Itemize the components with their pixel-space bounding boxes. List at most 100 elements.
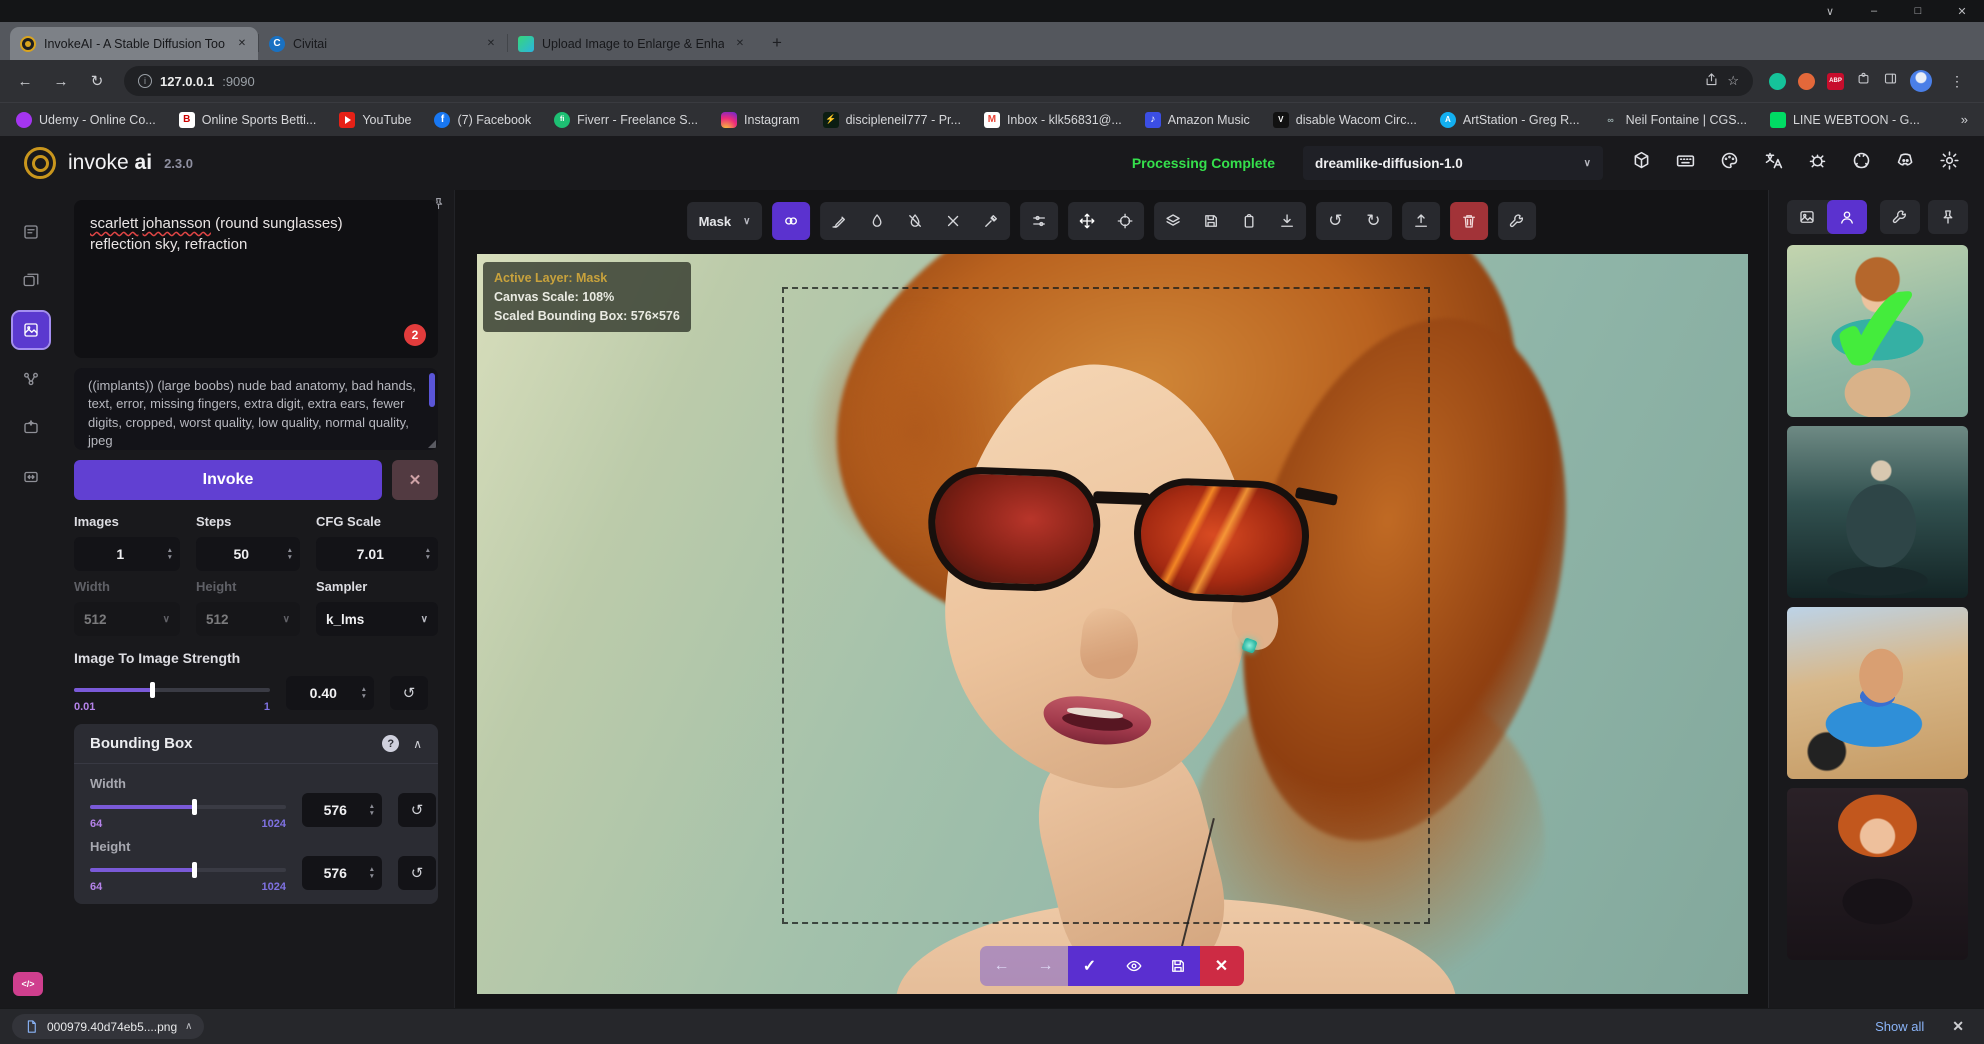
tab-post-processing[interactable] [13,410,49,446]
bookmark-betting[interactable]: Online Sports Betti... [179,112,317,128]
bookmarks-overflow-icon[interactable]: » [1961,112,1968,127]
puzzle-extensions-icon[interactable] [1856,71,1871,91]
bbox-width-slider[interactable]: 64 1024 [90,793,286,827]
reset-icon[interactable]: ↺ [390,676,428,710]
negative-prompt-textarea[interactable]: ((implants)) (large boobs) nude bad anat… [74,368,438,450]
stepper-icons[interactable]: ▲▼ [167,547,173,562]
clear-mask-icon[interactable] [934,202,972,240]
mask-options-button[interactable] [772,202,810,240]
tab-training[interactable] [13,459,49,495]
brush-tool-icon[interactable] [820,202,858,240]
language-translate-icon[interactable] [1763,150,1784,176]
bbox-height-input[interactable]: 576▲▼ [302,856,382,890]
move-tool-icon[interactable] [1068,202,1106,240]
gallery-thumbnail-selected[interactable]: ✔ [1787,245,1968,417]
layer-select[interactable]: Mask∨ [687,202,763,240]
stepper-icons[interactable]: ▲▼ [287,547,293,562]
discord-icon[interactable] [1895,150,1916,176]
report-bug-icon[interactable] [1807,150,1828,176]
stepper-icons[interactable]: ▲▼ [369,803,375,818]
address-bar[interactable]: i 127.0.0.1:9090 ☆ [124,66,1753,96]
next-image-icon[interactable]: → [1024,946,1068,986]
site-info-icon[interactable]: i [138,74,152,88]
tab-invokeai[interactable]: InvokeAI - A Stable Diffusion Too ✕ [10,27,258,60]
gallery-uploads-person-icon[interactable] [1827,200,1867,234]
stepper-icons[interactable]: ▲▼ [425,547,431,562]
bbox-height-slider[interactable]: 64 1024 [90,856,286,890]
previous-image-icon[interactable]: ← [980,946,1024,986]
bookmark-webtoon[interactable]: LINE WEBTOON - G... [1770,112,1920,128]
settings-gear-icon[interactable] [1939,150,1960,176]
steps-input[interactable]: 50▲▼ [196,537,300,571]
bounding-box-header[interactable]: Bounding Box ? ∧ [74,724,438,764]
bookmark-udemy[interactable]: Udemy - Online Co... [16,112,156,128]
width-select[interactable]: 512∨ [74,602,180,636]
tab-civitai[interactable]: Civitai ✕ [259,27,507,60]
cancel-button[interactable]: ✕ [392,460,438,500]
canvas-settings-wrench-icon[interactable] [1498,202,1536,240]
download-image-icon[interactable] [1268,202,1306,240]
preview-eye-icon[interactable] [1112,946,1156,986]
bookmark-facebook[interactable]: (7) Facebook [434,112,531,128]
slider-thumb[interactable] [192,862,197,878]
tab-close-icon[interactable]: ✕ [732,36,748,52]
gallery-settings-wrench-icon[interactable] [1880,200,1920,234]
model-manager-cube-icon[interactable] [1631,150,1652,176]
bookmark-deviantart[interactable]: discipleneil777 - Pr... [823,112,961,128]
help-icon[interactable]: ? [382,735,399,752]
back-button[interactable]: ← [10,66,40,96]
window-close-button[interactable]: ✕ [1940,0,1984,22]
color-picker-icon[interactable] [972,202,1010,240]
bookmark-artstation[interactable]: ArtStation - Greg R... [1440,112,1580,128]
new-tab-button[interactable]: + [764,30,790,56]
save-to-gallery-icon[interactable] [1192,202,1230,240]
stepper-icons[interactable]: ▲▼ [361,686,367,701]
gallery-thumbnail[interactable] [1787,426,1968,598]
chevron-up-icon[interactable]: ∧ [413,737,422,751]
invoke-button[interactable]: Invoke [74,460,382,500]
images-input[interactable]: 1▲▼ [74,537,180,571]
download-bar-close-icon[interactable]: ✕ [1952,1018,1964,1035]
github-icon[interactable] [1851,150,1872,176]
adblock-extension-icon[interactable] [1827,73,1844,90]
bookmark-wacom[interactable]: disable Wacom Circ... [1273,112,1417,128]
gallery-pin-icon[interactable] [1928,200,1968,234]
accept-check-icon[interactable]: ✓ [1068,946,1112,986]
volume-extension-icon[interactable] [1798,73,1815,90]
scrollbar-thumb[interactable] [429,373,435,407]
tab-close-icon[interactable]: ✕ [483,36,499,52]
upload-image-icon[interactable] [1402,202,1440,240]
erase-mask-icon[interactable] [896,202,934,240]
show-all-link[interactable]: Show all [1875,1019,1924,1034]
stepper-icons[interactable]: ▲▼ [369,866,375,881]
forward-button[interactable]: → [46,66,76,96]
tab-image-to-image[interactable] [13,263,49,299]
save-staging-icon[interactable] [1156,946,1200,986]
brush-options-icon[interactable] [1020,202,1058,240]
window-minimize-button[interactable]: – [1852,0,1896,22]
undo-icon[interactable]: ↺ [1316,202,1354,240]
prompt-textarea[interactable]: scarlett johansson (round sunglasses) re… [74,200,438,358]
tab-nodes[interactable] [13,361,49,397]
bounding-box-selection[interactable] [782,287,1430,923]
slider-thumb[interactable] [150,682,155,698]
bookmark-amazon-music[interactable]: Amazon Music [1145,112,1250,128]
model-select[interactable]: dreamlike-diffusion-1.0 ∨ [1303,146,1603,180]
resize-handle[interactable] [428,440,436,448]
gallery-thumbnail[interactable] [1787,607,1968,779]
window-menu-caret-icon[interactable]: ∨ [1808,0,1852,22]
bookmark-instagram[interactable]: Instagram [721,112,800,128]
theme-palette-icon[interactable] [1719,150,1740,176]
profile-avatar[interactable] [1910,70,1932,92]
chevron-up-icon[interactable]: ∧ [185,1021,192,1032]
grammarly-extension-icon[interactable] [1769,73,1786,90]
download-chip[interactable]: 000979.40d74eb5....png ∧ [12,1014,204,1039]
bookmark-neil-fontaine[interactable]: Neil Fontaine | CGS... [1603,112,1747,128]
discard-x-icon[interactable]: ✕ [1200,946,1244,986]
tab-upload-image[interactable]: Upload Image to Enlarge & Enha ✕ [508,27,756,60]
copy-to-clipboard-icon[interactable] [1230,202,1268,240]
console-toggle-button[interactable]: </> [13,972,43,996]
browser-menu-icon[interactable]: ⋮ [1944,73,1970,90]
cfg-scale-input[interactable]: 7.01▲▼ [316,537,438,571]
redo-icon[interactable]: ↻ [1354,202,1392,240]
